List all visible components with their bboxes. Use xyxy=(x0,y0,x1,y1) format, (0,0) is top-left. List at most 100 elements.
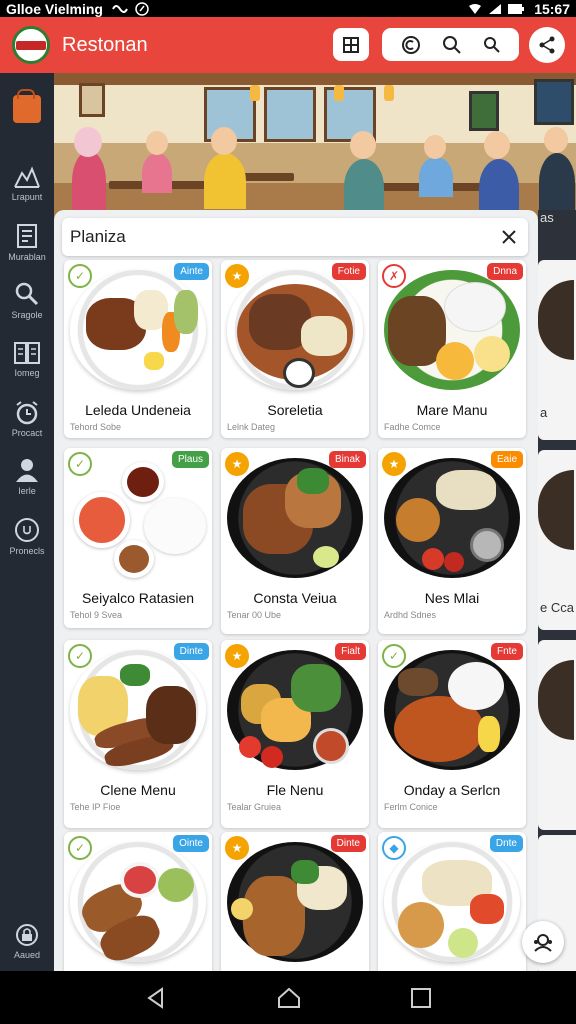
menu-card[interactable]: ✓ Fnte Onday a Serlcn Ferlm Conice xyxy=(378,640,526,828)
sidebar-item-label: Lrapunt xyxy=(11,192,43,202)
dish-subtitle: Ferlm Conice xyxy=(384,802,438,812)
search-small-icon[interactable] xyxy=(483,36,501,54)
app-logo[interactable] xyxy=(12,26,50,64)
alarm-icon xyxy=(16,401,38,425)
menu-card[interactable]: ★ Dinte xyxy=(221,832,369,972)
shopping-bag-icon[interactable] xyxy=(13,89,41,123)
dish-name: Leleda Undeneia xyxy=(85,402,191,418)
recents-icon[interactable] xyxy=(410,987,432,1009)
menu-card[interactable]: ★ Fialt Fle Nenu Tealar Gruiea xyxy=(221,640,369,828)
peek-label: a xyxy=(540,405,548,420)
sidebar-item-label: Procact xyxy=(11,428,43,438)
sidebar-item-aaued[interactable]: Aaued xyxy=(0,923,54,960)
cell-signal-icon xyxy=(489,3,502,14)
app-bar: Restonan xyxy=(0,17,576,73)
person-icon xyxy=(16,459,38,482)
sidebar-item-lrapunt[interactable]: Lrapunt xyxy=(0,165,54,202)
sidebar-item-ierle[interactable]: Ierle xyxy=(0,457,54,496)
dish-name: Fle Nenu xyxy=(266,782,324,798)
status-badge: Fnte xyxy=(490,643,523,660)
dish-name: Consta Veiua xyxy=(253,590,337,606)
document-icon xyxy=(17,224,37,248)
status-badge: Ainte xyxy=(174,263,209,280)
sidebar-item-label: Pronecls xyxy=(9,546,45,556)
support-fab[interactable] xyxy=(522,921,564,963)
flame-icon: ★ xyxy=(225,836,249,860)
search-bar[interactable]: Planiza xyxy=(62,218,528,256)
search-icon xyxy=(15,282,39,306)
dish-name: Seiyalco Ratasien xyxy=(81,590,195,606)
search-icon[interactable] xyxy=(442,35,462,55)
copyright-icon[interactable] xyxy=(401,35,421,55)
dish-subtitle: Lelnk Dateg xyxy=(227,422,276,432)
dish-subtitle: Fadhe Comce xyxy=(384,422,441,432)
sidebar-item-sragole[interactable]: Sragole xyxy=(0,281,54,320)
menu-card[interactable]: ✓ Ainte Leleda Undeneia Tehord Sobe xyxy=(64,260,212,438)
gift-icon: ◆ xyxy=(382,836,406,860)
sidebar-item-procact[interactable]: Procact xyxy=(0,399,54,438)
menu-panel: Planiza ✓ Ainte Leleda Undeneia Tehord S… xyxy=(54,210,538,972)
sidebar-item-label: Aaued xyxy=(13,950,41,960)
system-nav-bar xyxy=(0,971,576,1024)
carrier-name: Glloe Vielming xyxy=(6,0,103,17)
peek-label: e Cca xyxy=(540,600,574,615)
sidebar-item-label: Sragole xyxy=(11,310,43,320)
flame-icon: ★ xyxy=(382,452,406,476)
dish-name: Soreletia xyxy=(267,402,323,418)
dish-subtitle: Tehe IP Fioe xyxy=(70,802,121,812)
home-icon[interactable] xyxy=(276,986,302,1010)
status-badge: Dnte xyxy=(489,835,523,852)
app-bar-actions xyxy=(382,28,519,61)
dish-name: Onday a Serlcn xyxy=(403,782,501,798)
menu-card[interactable]: ✓ Ointe xyxy=(64,832,212,972)
status-badge: Dinte xyxy=(330,835,366,852)
status-right: 15:67 xyxy=(468,1,570,17)
grid-view-button[interactable] xyxy=(333,28,369,61)
battery-icon xyxy=(508,3,525,14)
menu-card[interactable]: ✓ Dinte Clene Menu Tehe IP Fioe xyxy=(64,640,212,828)
flame-icon: ★ xyxy=(225,644,249,668)
book-icon xyxy=(14,342,40,364)
dish-name: Mare Manu xyxy=(416,402,488,418)
dish-subtitle: Tehord Sobe xyxy=(70,422,122,432)
menu-card[interactable]: ◆ Dnte xyxy=(378,832,526,972)
sidebar-item-iomeg[interactable]: Iomeg xyxy=(0,341,54,378)
status-icons xyxy=(111,1,149,16)
menu-card[interactable]: ★ Fotie Soreletia Lelnk Dateg xyxy=(221,260,369,438)
status-badge: Plaus xyxy=(171,451,209,468)
close-icon[interactable] xyxy=(498,226,520,248)
share-icon xyxy=(539,36,555,54)
menu-card[interactable]: ✗ Dnna Mare Manu Fadhe Comce xyxy=(378,260,526,438)
chart-mountain-icon xyxy=(14,166,40,188)
status-badge: Dinte xyxy=(173,643,209,660)
status-badge: Eaie xyxy=(490,451,523,468)
share-button[interactable] xyxy=(529,27,565,63)
sidebar-item-murablan[interactable]: Murablan xyxy=(0,223,54,262)
status-bar: Glloe Vielming 15:67 xyxy=(0,0,576,17)
peek-label: as xyxy=(540,210,554,225)
status-badge: Fialt xyxy=(335,643,366,660)
leaf-icon: ✓ xyxy=(68,644,92,668)
search-input[interactable]: Planiza xyxy=(70,227,498,247)
sidebar-item-pronecls[interactable]: Pronecls xyxy=(0,517,54,556)
clock: 15:67 xyxy=(534,0,570,17)
leaf-icon: ✓ xyxy=(68,264,92,288)
back-icon[interactable] xyxy=(144,986,168,1010)
chat-support-icon xyxy=(534,934,552,952)
leaf-icon: ✓ xyxy=(68,452,92,476)
status-badge: Fotie xyxy=(331,263,366,280)
app-screen: Glloe Vielming 15:67 Restonan Lrapunt Mu… xyxy=(0,0,576,1024)
status-badge: Binak xyxy=(328,451,366,468)
menu-card[interactable]: ✓ Plaus Seiyalco Ratasien Tehol 9 Svea xyxy=(64,448,212,628)
dish-name: Nes Mlai xyxy=(424,590,480,606)
leaf-icon: ✓ xyxy=(382,644,406,668)
status-badge: Dnna xyxy=(487,263,523,280)
signal-wave-icon xyxy=(112,4,128,13)
lock-icon xyxy=(16,924,38,946)
grid-icon xyxy=(343,36,359,53)
menu-card[interactable]: ★ Binak Consta Veiua Tenar 00 Ube xyxy=(221,448,369,634)
menu-card[interactable]: ★ Eaie Nes Mlai Ardhd Sdnes xyxy=(378,448,526,634)
restaurant-hero-image xyxy=(54,73,576,218)
notification-icon xyxy=(135,1,149,16)
flame-icon: ★ xyxy=(225,264,249,288)
